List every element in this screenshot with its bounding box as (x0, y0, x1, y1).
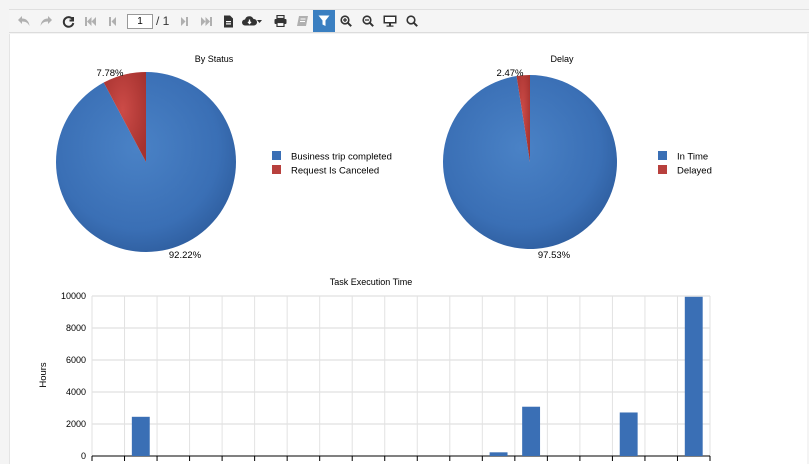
cloud-download-icon (242, 16, 263, 26)
task-execution-bar-chart: Task Execution Time Hours 0 2000 4000 6000 8… (38, 277, 711, 461)
page-navigator: / 1 (127, 13, 170, 29)
legend-label-completed: Business trip completed (291, 152, 392, 163)
refresh-button[interactable] (57, 10, 79, 32)
undo-icon (18, 16, 30, 26)
delay-slice-label-delayed: 2.47% (497, 68, 524, 79)
y-tick-label: 6000 (66, 355, 86, 365)
presentation-icon (383, 15, 397, 27)
prev-page-icon (108, 16, 116, 26)
zoom-in-icon (340, 15, 353, 27)
next-page-button[interactable] (173, 10, 195, 32)
bar[interactable] (619, 412, 638, 456)
first-page-button[interactable] (79, 10, 101, 32)
page-number-input[interactable] (127, 13, 153, 29)
report-canvas: By Status 7.78% 92.22% Business trip com… (38, 54, 712, 461)
y-tick-label: 10000 (61, 291, 86, 301)
status-slice-label-canceled: 7.78% (97, 68, 124, 79)
legend-label-delayed: Delayed (677, 166, 712, 177)
undo-button[interactable] (13, 10, 35, 32)
document-button[interactable] (217, 10, 239, 32)
print-layout-icon (296, 16, 308, 26)
print-layout-button[interactable] (291, 10, 313, 32)
bar[interactable] (684, 296, 703, 456)
filter-button[interactable] (313, 10, 336, 32)
y-tick-label: 2000 (66, 419, 86, 429)
pie-slice-completed[interactable] (56, 72, 237, 252)
bar[interactable] (489, 452, 508, 456)
legend-swatch-canceled (272, 165, 281, 174)
page-total-label: / 1 (156, 14, 170, 28)
y-tick-label: 8000 (66, 323, 86, 333)
y-tick-label: 4000 (66, 387, 86, 397)
last-page-icon (200, 16, 212, 26)
report-toolbar: / 1 (9, 9, 809, 33)
document-icon (223, 15, 233, 27)
legend-swatch-completed (272, 151, 281, 160)
export-button[interactable] (239, 10, 265, 32)
legend-swatch-delayed (658, 165, 667, 174)
legend-label-intime: In Time (677, 152, 708, 163)
zoom-in-button[interactable] (335, 10, 357, 32)
filter-icon (318, 15, 330, 26)
status-slice-label-completed: 92.22% (169, 250, 202, 261)
redo-button[interactable] (35, 10, 57, 32)
report-viewer: By Status 7.78% 92.22% Business trip com… (9, 34, 807, 464)
zoom-out-icon (362, 15, 375, 27)
legend-label-canceled: Request Is Canceled (291, 166, 379, 177)
presentation-button[interactable] (379, 10, 401, 32)
next-page-icon (180, 16, 188, 26)
search-icon (406, 15, 419, 27)
last-page-button[interactable] (195, 10, 217, 32)
bar[interactable] (131, 416, 150, 456)
legend-swatch-intime (658, 151, 667, 160)
first-page-icon (84, 16, 96, 26)
y-axis-label: Hours (38, 362, 49, 388)
status-chart-title: By Status (195, 54, 234, 64)
print-icon (274, 15, 287, 27)
refresh-icon (62, 15, 74, 28)
delay-slice-label-intime: 97.53% (538, 250, 571, 261)
y-tick-label: 0 (81, 451, 86, 461)
zoom-out-button[interactable] (357, 10, 379, 32)
delay-chart-title: Delay (550, 54, 574, 64)
print-button[interactable] (269, 10, 291, 32)
bar-chart-title: Task Execution Time (330, 277, 413, 287)
prev-page-button[interactable] (101, 10, 123, 32)
status-pie-chart: By Status 7.78% 92.22% Business trip com… (56, 54, 392, 261)
delay-pie-chart: Delay 2.47% 97.53% In Time Delayed (442, 54, 712, 261)
bar[interactable] (522, 406, 541, 456)
redo-icon (40, 16, 52, 26)
search-button[interactable] (401, 10, 423, 32)
